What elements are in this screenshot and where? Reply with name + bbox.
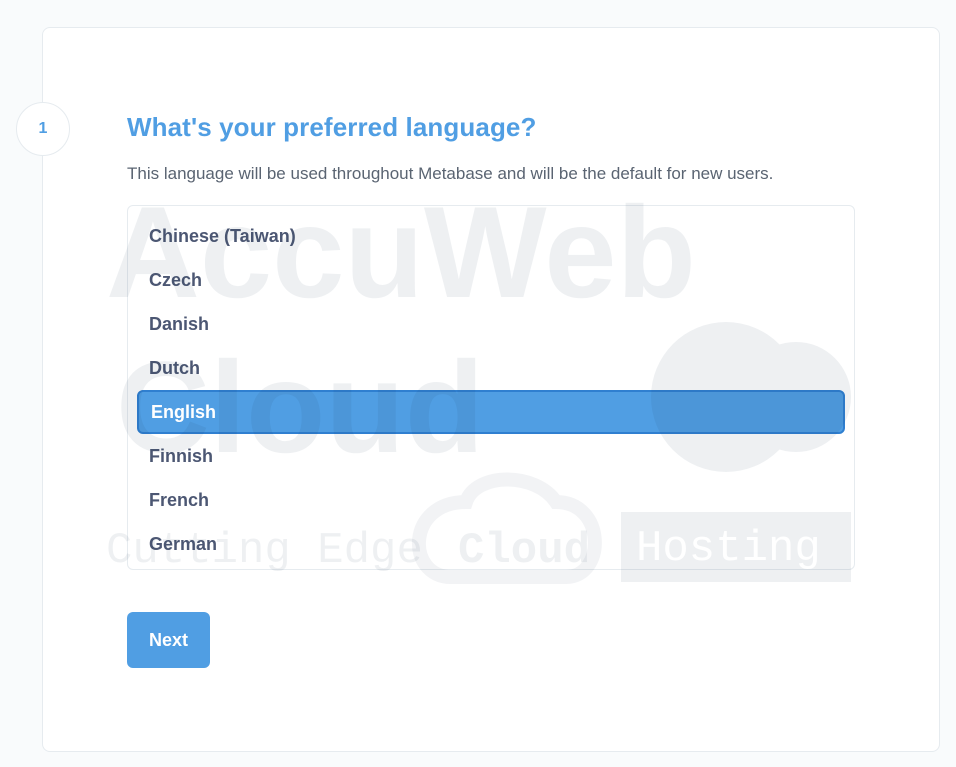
language-option-danish[interactable]: Danish bbox=[137, 302, 845, 346]
next-button[interactable]: Next bbox=[127, 612, 210, 668]
step-number-badge: 1 bbox=[16, 102, 70, 156]
language-option-czech[interactable]: Czech bbox=[137, 258, 845, 302]
language-option-chinese-taiwan[interactable]: Chinese (Taiwan) bbox=[137, 214, 845, 258]
page-title: What's your preferred language? bbox=[127, 112, 537, 142]
language-option-german[interactable]: German bbox=[137, 522, 845, 566]
language-list[interactable]: Chinese (Taiwan) Czech Danish Dutch Engl… bbox=[127, 205, 855, 570]
language-option-finnish[interactable]: Finnish bbox=[137, 434, 845, 478]
page-subtitle: This language will be used throughout Me… bbox=[127, 164, 774, 183]
language-option-french[interactable]: French bbox=[137, 478, 845, 522]
language-option-english[interactable]: English bbox=[137, 390, 845, 434]
language-option-dutch[interactable]: Dutch bbox=[137, 346, 845, 390]
step-number: 1 bbox=[38, 120, 48, 137]
